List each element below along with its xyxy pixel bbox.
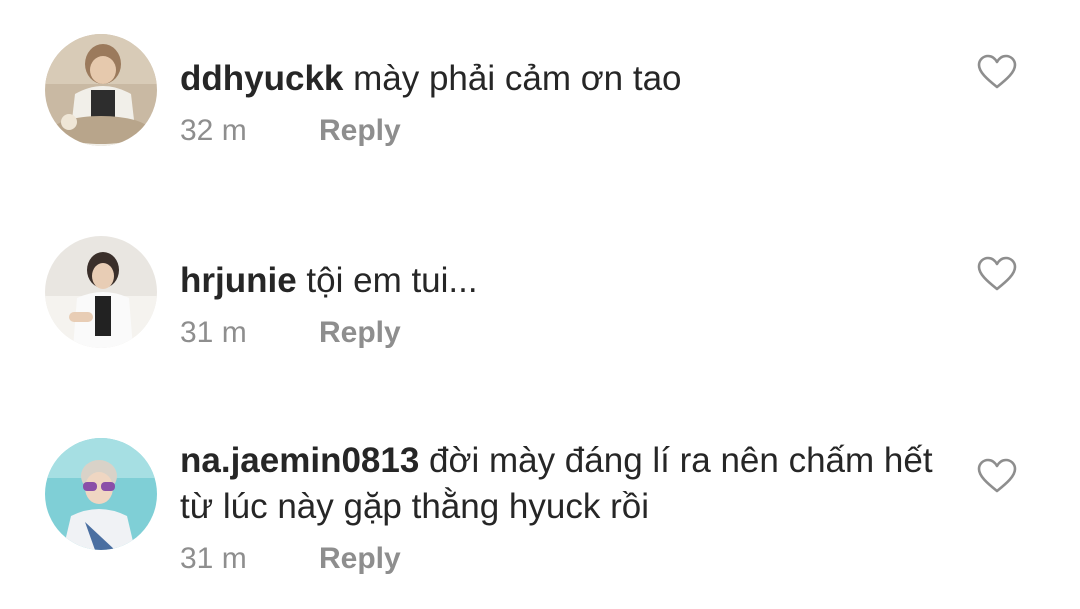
comment-meta: 31 m Reply [180,542,940,578]
comment-time: 31 m [180,316,247,349]
comment-meta: 32 m Reply [180,114,940,150]
comment-time: 32 m [180,114,247,147]
comment-text-block: na.jaemin0813 đời mày đáng lí ra nên chấ… [180,438,940,530]
reply-button[interactable]: Reply [319,114,401,148]
avatar[interactable] [45,236,157,348]
comment-body: hrjunie tội em tui... 31 m Reply [180,258,940,352]
avatar[interactable] [45,34,157,146]
reply-button[interactable]: Reply [319,542,401,576]
comment-body: ddhyuckk mày phải cảm ơn tao 32 m Reply [180,56,940,150]
comment-username[interactable]: hrjunie [180,261,297,300]
avatar[interactable] [45,438,157,550]
heart-outline-icon [977,458,1017,498]
comment-body: na.jaemin0813 đời mày đáng lí ra nên chấ… [180,438,940,578]
like-button[interactable] [977,54,1017,90]
reply-button[interactable]: Reply [319,316,401,350]
comment-username[interactable]: ddhyuckk [180,59,343,98]
comment-time: 31 m [180,542,247,575]
comment-text: tội em tui... [306,261,478,300]
comment-username[interactable]: na.jaemin0813 [180,441,419,480]
heart-outline-icon [977,256,1017,296]
comment-text-block: ddhyuckk mày phải cảm ơn tao [180,56,940,102]
like-button[interactable] [977,256,1017,292]
comment-meta: 31 m Reply [180,316,940,352]
comment-text-block: hrjunie tội em tui... [180,258,940,304]
like-button[interactable] [977,458,1017,494]
comment-text: mày phải cảm ơn tao [353,59,682,98]
heart-outline-icon [977,54,1017,94]
